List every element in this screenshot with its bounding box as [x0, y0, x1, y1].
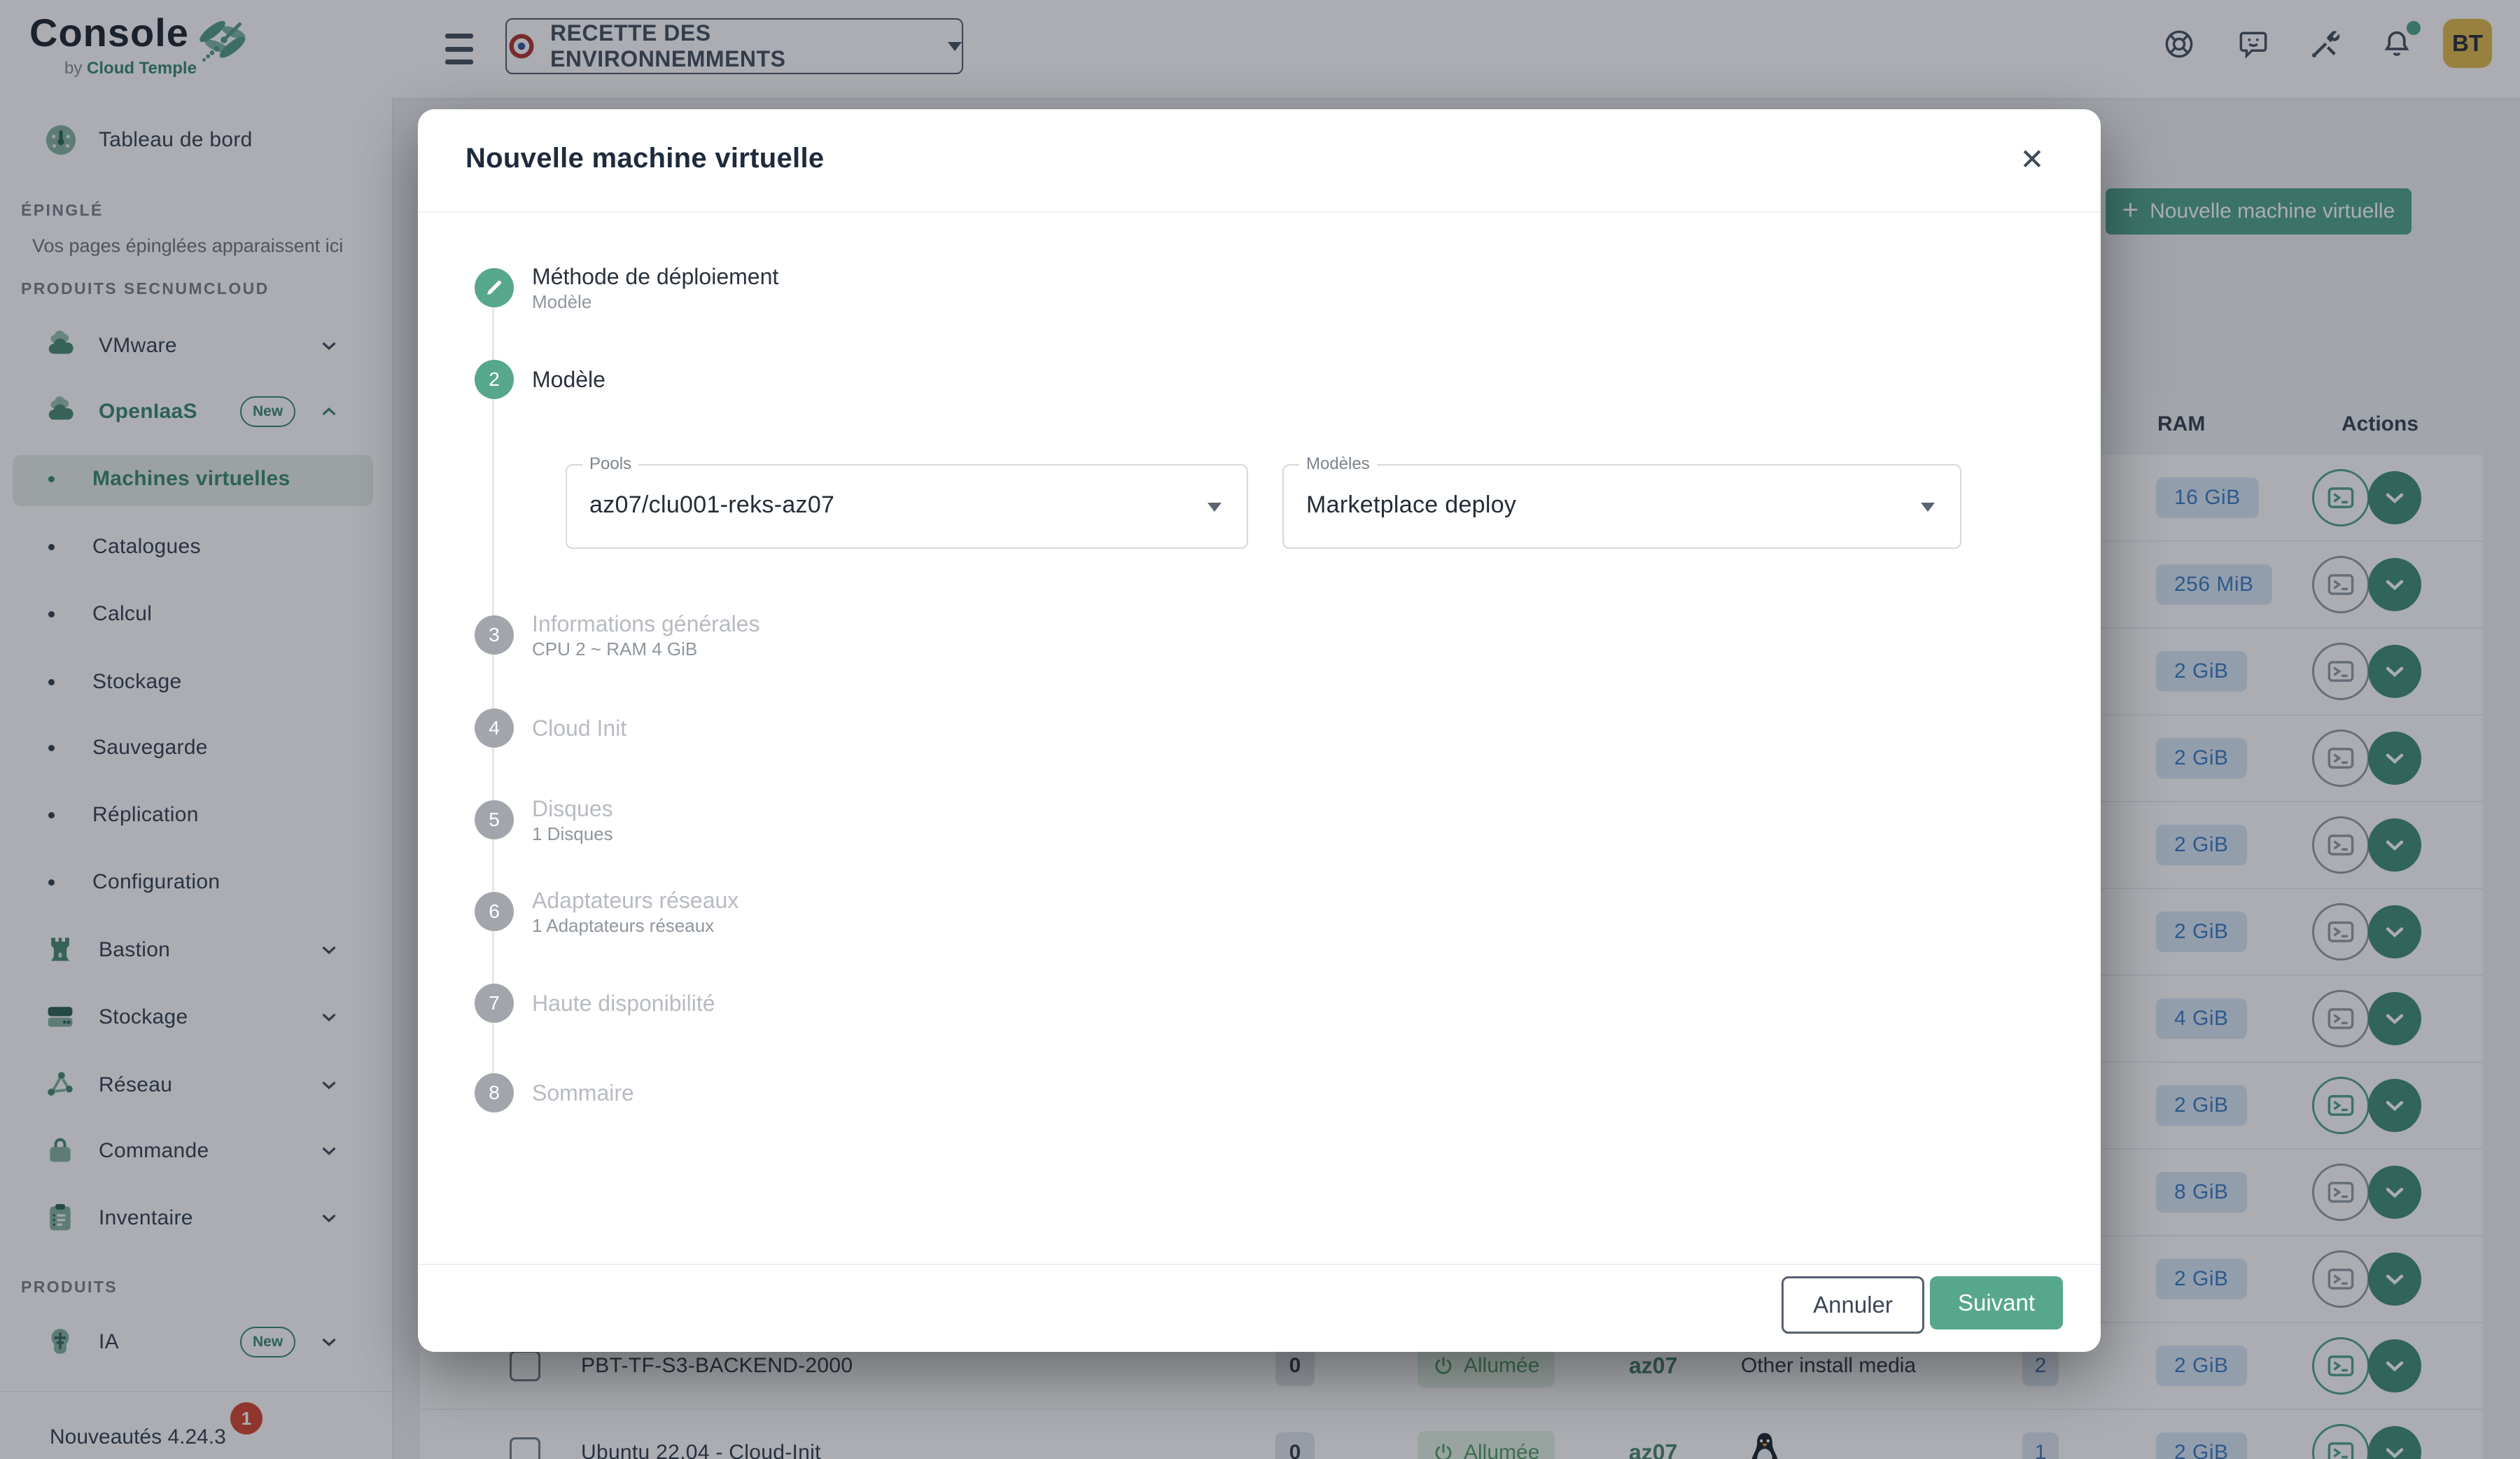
step-number: 3	[475, 615, 514, 655]
step-subtitle: CPU 2 ~ RAM 4 GiB	[532, 638, 760, 660]
step-number: 5	[475, 800, 514, 839]
step-title: Informations générales	[532, 610, 760, 638]
new-vm-modal: Nouvelle machine virtuelle ✕ Méthode de …	[418, 109, 2101, 1352]
step-number: 6	[475, 892, 514, 931]
step-title: Haute disponibilité	[532, 989, 715, 1017]
step-disques[interactable]: 5 Disques 1 Disques	[475, 792, 613, 848]
step-subtitle: Modèle	[532, 291, 778, 313]
models-select[interactable]: Modèles Marketplace deploy	[1282, 464, 1961, 549]
step-number: 4	[475, 708, 514, 748]
step-adaptateurs-reseaux[interactable]: 6 Adaptateurs réseaux 1 Adaptateurs rése…	[475, 884, 738, 940]
divider	[418, 211, 2101, 213]
step-subtitle: 1 Disques	[532, 823, 613, 845]
modal-title: Nouvelle machine virtuelle	[465, 143, 824, 174]
step-title: Sommaire	[532, 1079, 634, 1107]
pools-value: az07/clu001-reks-az07	[589, 466, 834, 544]
step-number: 8	[475, 1073, 514, 1112]
step-title: Cloud Init	[532, 714, 626, 742]
pencil-icon	[475, 268, 514, 307]
next-button[interactable]: Suivant	[1930, 1276, 2063, 1329]
step-methode-deploiement[interactable]: Méthode de déploiement Modèle	[475, 260, 778, 316]
step-title: Méthode de déploiement	[532, 263, 778, 291]
step-title: Disques	[532, 795, 613, 823]
cancel-button[interactable]: Annuler	[1782, 1276, 1924, 1334]
step-cloud-init[interactable]: 4 Cloud Init	[475, 700, 626, 756]
app-screen: Console by Cloud Temple Tableau de bord	[0, 0, 2520, 1459]
step-title: Adaptateurs réseaux	[532, 886, 738, 914]
pools-select[interactable]: Pools az07/clu001-reks-az07	[566, 464, 1248, 549]
models-value: Marketplace deploy	[1306, 466, 1516, 544]
step-modele[interactable]: 2 Modèle	[475, 351, 606, 407]
step-sommaire[interactable]: 8 Sommaire	[475, 1065, 634, 1121]
close-icon[interactable]: ✕	[2012, 139, 2052, 179]
step-title: Modèle	[532, 365, 606, 393]
step-subtitle: 1 Adaptateurs réseaux	[532, 914, 738, 937]
caret-down-icon	[1208, 503, 1222, 512]
step-number: 7	[475, 984, 514, 1023]
step-haute-disponibilite[interactable]: 7 Haute disponibilité	[475, 975, 715, 1031]
divider	[418, 1264, 2101, 1265]
step-number: 2	[475, 360, 514, 399]
caret-down-icon	[1921, 503, 1935, 512]
step-informations-generales[interactable]: 3 Informations générales CPU 2 ~ RAM 4 G…	[475, 607, 760, 663]
